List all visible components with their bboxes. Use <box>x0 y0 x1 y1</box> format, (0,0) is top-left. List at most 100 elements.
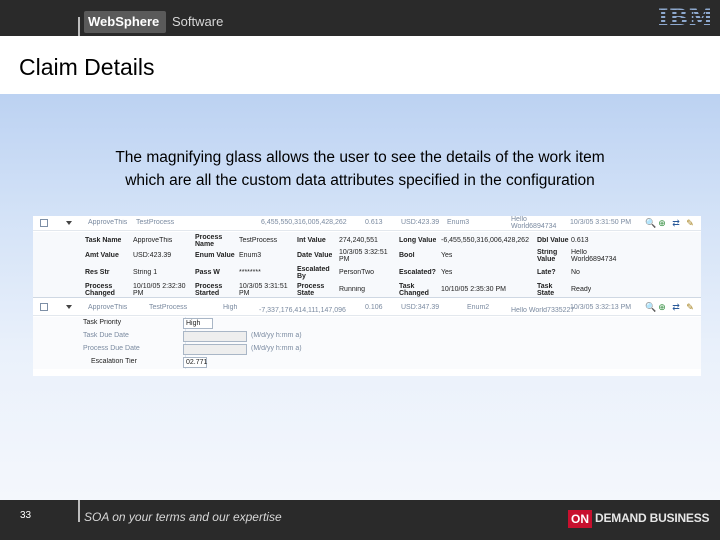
cell-amt-value: USD:347.39 <box>401 304 440 311</box>
detail-label: Dbl Value <box>537 237 569 244</box>
transfer-icon[interactable]: ⇄ <box>671 302 681 312</box>
detail-label: String Value <box>537 249 558 263</box>
detail-value: ******** <box>239 269 261 276</box>
page-number: 33 <box>20 510 32 521</box>
caption-line-2: which are all the custom data attributes… <box>125 172 595 189</box>
detail-value: 10/10/05 2:35:30 PM <box>441 286 506 293</box>
task-due-date-input[interactable] <box>183 331 247 342</box>
detail-label: Int Value <box>297 237 326 244</box>
detail-value: USD:423.39 <box>133 252 172 259</box>
header-divider <box>78 17 80 36</box>
footer-divider <box>78 500 80 522</box>
expand-arrow-icon[interactable] <box>66 305 72 309</box>
detail-value: Ready <box>571 286 592 293</box>
cell-enum-value: Enum2 <box>467 304 490 311</box>
item-edit-form: Task Priority High Task Due Date (M/d/yy… <box>33 317 701 369</box>
magnifier-icon[interactable]: 🔍 <box>645 302 656 312</box>
cell-process-name: TestProcess <box>136 219 175 226</box>
cell-date: 10/3/05 3:31:50 PM <box>570 219 632 226</box>
add-icon[interactable]: ⊕ <box>657 218 667 228</box>
detail-label: Process State <box>297 283 325 297</box>
detail-label: Task Changed <box>399 283 429 297</box>
detail-label: Enum Value <box>195 252 235 259</box>
cell-string-value: Hello World7335227 <box>511 307 575 314</box>
product-label: Software <box>172 14 224 29</box>
detail-value: Running <box>339 286 366 293</box>
detail-value: Yes <box>441 269 453 276</box>
field-label: Process Due Date <box>83 345 140 352</box>
detail-label: Long Value <box>399 237 437 244</box>
cell-enum-value: Enum3 <box>447 219 470 226</box>
cell-dbl-value: 0.106 <box>365 304 383 311</box>
detail-label: Amt Value <box>85 252 119 259</box>
detail-label: Escalated? <box>399 269 436 276</box>
detail-value: Enum3 <box>239 252 262 259</box>
edit-icon[interactable]: ✎ <box>685 218 695 228</box>
work-item-table-screenshot: ApproveThis TestProcess 6,455,550,316,00… <box>33 216 701 376</box>
on-badge: ON <box>568 510 592 528</box>
detail-label: Task State <box>537 283 555 297</box>
header-bar: WebSphere Software IBM <box>0 0 720 36</box>
detail-value: TestProcess <box>239 237 278 244</box>
transfer-icon[interactable]: ⇄ <box>671 218 681 228</box>
detail-label: Late? <box>537 269 556 276</box>
detail-value: 10/3/05 3:31:51 PM <box>239 283 288 297</box>
field-label: Escalation Tier <box>91 358 137 365</box>
detail-label: Bool <box>399 252 415 259</box>
page-title: Claim Details <box>19 54 155 80</box>
cell-process-name: TestProcess <box>149 304 188 311</box>
ibm-logo: IBM <box>658 5 715 31</box>
title-band: Claim Details <box>0 36 720 94</box>
date-format-hint: (M/d/yy h:mm a) <box>251 345 302 352</box>
checkbox-icon[interactable] <box>40 303 48 311</box>
item-details-panel: Task Name ApproveThis Process Name TestP… <box>33 232 701 298</box>
websphere-logo: WebSphere <box>84 11 166 33</box>
detail-value: String 1 <box>133 269 158 276</box>
escalation-tier-input[interactable]: 02.771 <box>183 357 207 368</box>
detail-value: ApproveThis <box>133 237 173 244</box>
detail-value: 274,240,551 <box>339 237 378 244</box>
detail-value: 10/10/05 2:32:30 PM <box>133 283 186 297</box>
table-row[interactable]: ApproveThis TestProcess 6,455,550,316,00… <box>33 216 701 231</box>
add-icon[interactable]: ⊕ <box>657 302 667 312</box>
detail-label: Process Started <box>195 283 223 297</box>
magnifier-icon[interactable]: 🔍 <box>645 218 656 228</box>
cell-date: 10/3/05 3:32:13 PM <box>570 304 632 311</box>
cell-task-name: ApproveThis <box>88 219 128 226</box>
cell-long-value: 6,455,550,316,005,428,262 <box>261 219 347 226</box>
cell-string-value: Hello World6894734 <box>511 216 557 230</box>
detail-value: 10/3/05 3:32:51 PM <box>339 249 388 263</box>
footer-bar: 33 SOA on your terms and our expertise O… <box>0 500 720 540</box>
detail-label: Process Changed <box>85 283 115 297</box>
caption: The magnifying glass allows the user to … <box>40 146 680 192</box>
detail-label: Process Name <box>195 234 223 248</box>
detail-label: Task Name <box>85 237 122 244</box>
task-priority-select[interactable]: High <box>183 318 213 329</box>
cell-amt-value: USD:423.39 <box>401 219 440 226</box>
cell-task-name: ApproveThis <box>88 304 128 311</box>
detail-value: -6,455,550,316,006,428,262 <box>441 237 529 244</box>
detail-label: Res Str <box>85 269 110 276</box>
detail-value: Yes <box>441 252 453 259</box>
detail-value: 0.613 <box>571 237 589 244</box>
demand-business-text: DEMAND BUSINESS <box>595 511 710 525</box>
table-row[interactable]: ApproveThis TestProcess High -7,337,176,… <box>33 299 701 316</box>
caption-line-1: The magnifying glass allows the user to … <box>115 149 605 166</box>
detail-value: Hello World6894734 <box>571 249 617 263</box>
detail-value: PersonTwo <box>339 269 375 276</box>
field-label: Task Due Date <box>83 332 129 339</box>
expand-arrow-icon[interactable] <box>66 221 72 225</box>
tagline: SOA on your terms and our expertise <box>84 510 282 524</box>
field-label: Task Priority <box>83 319 122 326</box>
detail-label: Escalated By <box>297 266 330 280</box>
detail-value: No <box>571 269 580 276</box>
checkbox-icon[interactable] <box>40 219 48 227</box>
cell-long-value: -7,337,176,414,111,147,096 <box>259 307 346 314</box>
slide-body: The magnifying glass allows the user to … <box>0 94 720 500</box>
detail-label: Date Value <box>297 252 333 259</box>
cell-dbl-value: 0.613 <box>365 219 383 226</box>
date-format-hint: (M/d/yy h:mm a) <box>251 332 302 339</box>
process-due-date-input[interactable] <box>183 344 247 355</box>
cell-priority: High <box>223 304 238 311</box>
edit-icon[interactable]: ✎ <box>685 302 695 312</box>
